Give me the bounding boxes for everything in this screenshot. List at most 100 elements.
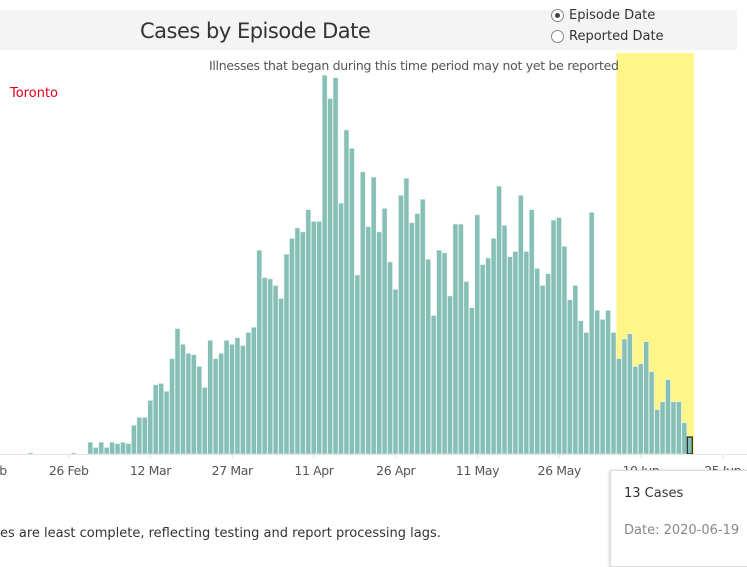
bar[interactable] xyxy=(202,387,207,454)
bar[interactable] xyxy=(28,453,33,454)
bar[interactable] xyxy=(616,359,621,454)
bar[interactable] xyxy=(246,332,251,454)
bar[interactable] xyxy=(121,442,126,454)
bar[interactable] xyxy=(93,447,98,454)
bar[interactable] xyxy=(142,417,147,454)
bar[interactable] xyxy=(306,210,311,454)
bar[interactable] xyxy=(279,299,284,454)
bar[interactable] xyxy=(88,442,93,454)
bar[interactable] xyxy=(480,265,485,454)
bar[interactable] xyxy=(655,410,660,454)
bar[interactable] xyxy=(638,364,643,454)
bar-selected[interactable] xyxy=(687,437,692,454)
bar[interactable] xyxy=(191,355,196,454)
bar[interactable] xyxy=(458,224,463,454)
bar[interactable] xyxy=(322,75,327,454)
bar[interactable] xyxy=(513,251,518,454)
bar[interactable] xyxy=(611,332,616,454)
bar[interactable] xyxy=(224,340,229,454)
bar[interactable] xyxy=(137,417,142,454)
bar[interactable] xyxy=(497,186,502,454)
bar[interactable] xyxy=(159,383,164,454)
bar[interactable] xyxy=(213,359,218,454)
bar[interactable] xyxy=(175,329,180,454)
bar[interactable] xyxy=(557,217,562,454)
bar[interactable] xyxy=(273,285,278,454)
bar[interactable] xyxy=(404,178,409,454)
bar[interactable] xyxy=(442,253,447,454)
bar[interactable] xyxy=(551,220,556,454)
bar[interactable] xyxy=(644,342,649,454)
bar[interactable] xyxy=(71,453,76,454)
bar[interactable] xyxy=(180,344,185,454)
bar[interactable] xyxy=(633,366,638,454)
bar[interactable] xyxy=(371,177,376,454)
bar[interactable] xyxy=(486,258,491,454)
bar[interactable] xyxy=(377,232,382,454)
bar[interactable] xyxy=(311,221,316,454)
bar[interactable] xyxy=(437,250,442,454)
bar[interactable] xyxy=(529,210,534,454)
bar[interactable] xyxy=(567,300,572,454)
bar[interactable] xyxy=(540,285,545,454)
bar[interactable] xyxy=(398,195,403,454)
bar[interactable] xyxy=(197,366,202,454)
bar[interactable] xyxy=(420,199,425,454)
bar[interactable] xyxy=(230,344,235,454)
bar[interactable] xyxy=(131,425,136,454)
bar[interactable] xyxy=(289,238,294,454)
bar[interactable] xyxy=(240,346,245,454)
bar[interactable] xyxy=(164,391,169,454)
bar[interactable] xyxy=(469,308,474,454)
bar[interactable] xyxy=(546,274,551,454)
bar[interactable] xyxy=(491,238,496,454)
bar[interactable] xyxy=(104,447,109,454)
bar[interactable] xyxy=(453,224,458,454)
bar[interactable] xyxy=(219,353,224,454)
bar[interactable] xyxy=(431,315,436,454)
bar[interactable] xyxy=(409,223,414,454)
bar[interactable] xyxy=(110,442,115,454)
bar[interactable] xyxy=(360,172,365,454)
bar[interactable] xyxy=(355,275,360,454)
bar[interactable] xyxy=(518,195,523,454)
bar[interactable] xyxy=(464,282,469,454)
bar[interactable] xyxy=(328,99,333,454)
bar[interactable] xyxy=(148,400,153,454)
bar[interactable] xyxy=(393,289,398,454)
bar[interactable] xyxy=(507,257,512,454)
bar[interactable] xyxy=(502,225,507,454)
bar[interactable] xyxy=(284,254,289,454)
bar[interactable] xyxy=(671,402,676,454)
bar[interactable] xyxy=(262,278,267,454)
bar[interactable] xyxy=(584,332,589,454)
bar[interactable] xyxy=(676,402,681,454)
bar[interactable] xyxy=(344,130,349,454)
bar[interactable] xyxy=(426,259,431,454)
bar[interactable] xyxy=(339,203,344,454)
bar[interactable] xyxy=(578,321,583,454)
bar[interactable] xyxy=(524,251,529,454)
bar[interactable] xyxy=(115,444,120,454)
bar[interactable] xyxy=(388,262,393,454)
bar[interactable] xyxy=(589,212,594,454)
bar[interactable] xyxy=(382,208,387,454)
bar[interactable] xyxy=(573,285,578,454)
bar[interactable] xyxy=(366,227,371,454)
bar[interactable] xyxy=(126,444,131,454)
bar[interactable] xyxy=(208,340,213,454)
bar[interactable] xyxy=(660,402,665,454)
bar[interactable] xyxy=(606,310,611,454)
bar[interactable] xyxy=(235,338,240,454)
bar[interactable] xyxy=(251,327,256,454)
bar[interactable] xyxy=(349,148,354,454)
bar[interactable] xyxy=(333,78,338,454)
bar[interactable] xyxy=(666,380,671,454)
bar[interactable] xyxy=(257,250,262,454)
bar[interactable] xyxy=(595,310,600,454)
bar[interactable] xyxy=(415,214,420,454)
bar[interactable] xyxy=(682,423,687,454)
bar[interactable] xyxy=(170,359,175,454)
bar[interactable] xyxy=(317,221,322,454)
bar[interactable] xyxy=(562,246,567,454)
